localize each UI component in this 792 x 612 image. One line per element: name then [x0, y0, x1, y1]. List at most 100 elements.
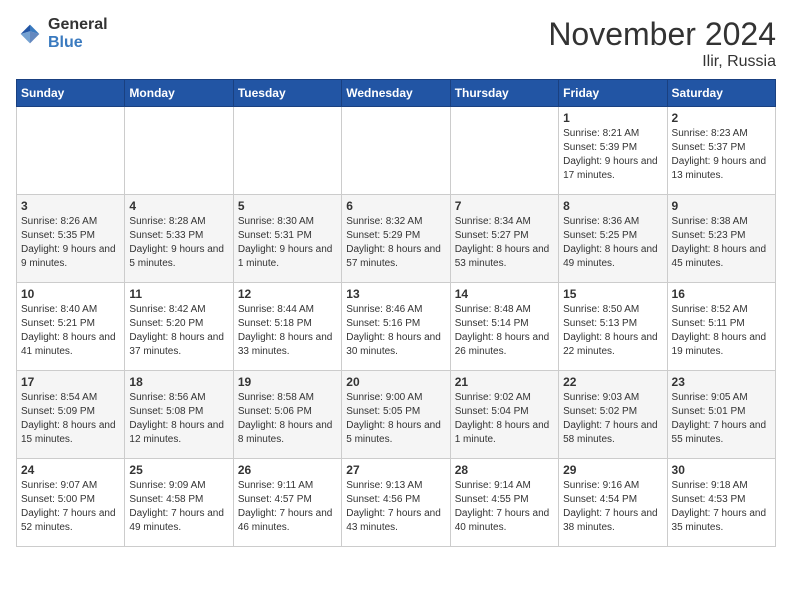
- day-header-wednesday: Wednesday: [342, 80, 450, 107]
- calendar-cell: 10 Sunrise: 8:40 AM Sunset: 5:21 PM Dayli…: [17, 283, 125, 371]
- day-number: 1: [563, 111, 662, 125]
- day-info: Sunrise: 8:28 AM Sunset: 5:33 PM Dayligh…: [129, 215, 228, 271]
- day-number: 12: [238, 287, 337, 301]
- month-title: November 2024: [548, 16, 776, 53]
- calendar-cell: 14 Sunrise: 8:48 AM Sunset: 5:14 PM Dayli…: [450, 283, 558, 371]
- calendar-cell: 9Sunrise: 8:38 AM Sunset: 5:23 PM Daylig…: [667, 195, 775, 283]
- calendar-cell: 16 Sunrise: 8:52 AM Sunset: 5:11 PM Dayli…: [667, 283, 775, 371]
- day-number: 27: [346, 463, 445, 477]
- day-info: Sunrise: 9:14 AM Sunset: 4:55 PM Dayligh…: [455, 479, 554, 535]
- week-row-2: 3Sunrise: 8:26 AM Sunset: 5:35 PM Daylig…: [17, 195, 776, 283]
- calendar-cell: 24Sunrise: 9:07 AM Sunset: 5:00 PM Dayli…: [17, 459, 125, 547]
- calendar-cell: 28 Sunrise: 9:14 AM Sunset: 4:55 PM Dayli…: [450, 459, 558, 547]
- day-number: 10: [21, 287, 120, 301]
- logo-general: General: [48, 16, 108, 34]
- day-info: Sunrise: 8:30 AM Sunset: 5:31 PM Dayligh…: [238, 215, 337, 271]
- logo-text: General Blue: [48, 16, 108, 51]
- day-info: Sunrise: 8:58 AM Sunset: 5:06 PM Dayligh…: [238, 391, 337, 447]
- day-number: 16: [672, 287, 771, 301]
- calendar-cell: [233, 107, 341, 195]
- calendar-cell: 23Sunrise: 9:05 AM Sunset: 5:01 PM Dayli…: [667, 371, 775, 459]
- day-header-friday: Friday: [559, 80, 667, 107]
- day-info: Sunrise: 9:09 AM Sunset: 4:58 PM Dayligh…: [129, 479, 228, 535]
- logo: General Blue: [16, 16, 108, 51]
- day-info: Sunrise: 8:48 AM Sunset: 5:14 PM Dayligh…: [455, 303, 554, 359]
- day-info: Sunrise: 8:36 AM Sunset: 5:25 PM Dayligh…: [563, 215, 662, 271]
- calendar-cell: 8 Sunrise: 8:36 AM Sunset: 5:25 PM Daylig…: [559, 195, 667, 283]
- calendar-cell: 13 Sunrise: 8:46 AM Sunset: 5:16 PM Dayli…: [342, 283, 450, 371]
- title-block: November 2024 Ilir, Russia: [548, 16, 776, 71]
- calendar-cell: 17 Sunrise: 8:54 AM Sunset: 5:09 PM Dayli…: [17, 371, 125, 459]
- day-info: Sunrise: 8:38 AM Sunset: 5:23 PM Dayligh…: [672, 215, 771, 271]
- day-number: 23: [672, 375, 771, 389]
- logo-blue: Blue: [48, 34, 108, 52]
- calendar-cell: 6Sunrise: 8:32 AM Sunset: 5:29 PM Daylig…: [342, 195, 450, 283]
- day-info: Sunrise: 8:52 AM Sunset: 5:11 PM Dayligh…: [672, 303, 771, 359]
- calendar-cell: 19Sunrise: 8:58 AM Sunset: 5:06 PM Dayli…: [233, 371, 341, 459]
- day-info: Sunrise: 9:16 AM Sunset: 4:54 PM Dayligh…: [563, 479, 662, 535]
- calendar-cell: 25 Sunrise: 9:09 AM Sunset: 4:58 PM Dayli…: [125, 459, 233, 547]
- location: Ilir, Russia: [548, 53, 776, 71]
- day-info: Sunrise: 9:18 AM Sunset: 4:53 PM Dayligh…: [672, 479, 771, 535]
- calendar-cell: 21 Sunrise: 9:02 AM Sunset: 5:04 PM Dayli…: [450, 371, 558, 459]
- calendar-cell: 26 Sunrise: 9:11 AM Sunset: 4:57 PM Dayli…: [233, 459, 341, 547]
- day-number: 5: [238, 199, 337, 213]
- day-header-tuesday: Tuesday: [233, 80, 341, 107]
- day-header-saturday: Saturday: [667, 80, 775, 107]
- day-info: Sunrise: 9:07 AM Sunset: 5:00 PM Dayligh…: [21, 479, 120, 535]
- day-number: 17: [21, 375, 120, 389]
- day-number: 13: [346, 287, 445, 301]
- calendar-cell: 20 Sunrise: 9:00 AM Sunset: 5:05 PM Dayli…: [342, 371, 450, 459]
- day-info: Sunrise: 8:56 AM Sunset: 5:08 PM Dayligh…: [129, 391, 228, 447]
- day-number: 26: [238, 463, 337, 477]
- day-info: Sunrise: 8:44 AM Sunset: 5:18 PM Dayligh…: [238, 303, 337, 359]
- day-info: Sunrise: 9:02 AM Sunset: 5:04 PM Dayligh…: [455, 391, 554, 447]
- day-number: 2: [672, 111, 771, 125]
- day-header-thursday: Thursday: [450, 80, 558, 107]
- day-info: Sunrise: 8:21 AM Sunset: 5:39 PM Dayligh…: [563, 127, 662, 183]
- day-number: 11: [129, 287, 228, 301]
- day-number: 18: [129, 375, 228, 389]
- calendar-cell: 30Sunrise: 9:18 AM Sunset: 4:53 PM Dayli…: [667, 459, 775, 547]
- day-number: 15: [563, 287, 662, 301]
- calendar-cell: 27 Sunrise: 9:13 AM Sunset: 4:56 PM Dayli…: [342, 459, 450, 547]
- day-number: 25: [129, 463, 228, 477]
- day-number: 20: [346, 375, 445, 389]
- day-info: Sunrise: 8:46 AM Sunset: 5:16 PM Dayligh…: [346, 303, 445, 359]
- day-info: Sunrise: 9:03 AM Sunset: 5:02 PM Dayligh…: [563, 391, 662, 447]
- calendar-cell: 1 Sunrise: 8:21 AM Sunset: 5:39 PM Daylig…: [559, 107, 667, 195]
- day-info: Sunrise: 9:00 AM Sunset: 5:05 PM Dayligh…: [346, 391, 445, 447]
- logo-icon: [16, 20, 44, 48]
- day-header-monday: Monday: [125, 80, 233, 107]
- calendar-cell: [125, 107, 233, 195]
- day-number: 4: [129, 199, 228, 213]
- calendar-table: SundayMondayTuesdayWednesdayThursdayFrid…: [16, 79, 776, 547]
- calendar-cell: 2 Sunrise: 8:23 AM Sunset: 5:37 PM Daylig…: [667, 107, 775, 195]
- day-number: 28: [455, 463, 554, 477]
- day-info: Sunrise: 8:26 AM Sunset: 5:35 PM Dayligh…: [21, 215, 120, 271]
- day-header-sunday: Sunday: [17, 80, 125, 107]
- day-number: 8: [563, 199, 662, 213]
- calendar-cell: 18 Sunrise: 8:56 AM Sunset: 5:08 PM Dayli…: [125, 371, 233, 459]
- day-info: Sunrise: 8:54 AM Sunset: 5:09 PM Dayligh…: [21, 391, 120, 447]
- calendar-cell: 5 Sunrise: 8:30 AM Sunset: 5:31 PM Daylig…: [233, 195, 341, 283]
- week-row-1: 1 Sunrise: 8:21 AM Sunset: 5:39 PM Daylig…: [17, 107, 776, 195]
- day-info: Sunrise: 8:40 AM Sunset: 5:21 PM Dayligh…: [21, 303, 120, 359]
- day-info: Sunrise: 9:11 AM Sunset: 4:57 PM Dayligh…: [238, 479, 337, 535]
- calendar-cell: 12 Sunrise: 8:44 AM Sunset: 5:18 PM Dayli…: [233, 283, 341, 371]
- day-info: Sunrise: 9:13 AM Sunset: 4:56 PM Dayligh…: [346, 479, 445, 535]
- calendar-cell: 7Sunrise: 8:34 AM Sunset: 5:27 PM Daylig…: [450, 195, 558, 283]
- day-number: 14: [455, 287, 554, 301]
- day-info: Sunrise: 8:32 AM Sunset: 5:29 PM Dayligh…: [346, 215, 445, 271]
- day-number: 7: [455, 199, 554, 213]
- header-row: SundayMondayTuesdayWednesdayThursdayFrid…: [17, 80, 776, 107]
- calendar-cell: [342, 107, 450, 195]
- day-number: 22: [563, 375, 662, 389]
- calendar-cell: 4 Sunrise: 8:28 AM Sunset: 5:33 PM Daylig…: [125, 195, 233, 283]
- calendar-cell: 11 Sunrise: 8:42 AM Sunset: 5:20 PM Dayli…: [125, 283, 233, 371]
- calendar-cell: [450, 107, 558, 195]
- day-info: Sunrise: 8:23 AM Sunset: 5:37 PM Dayligh…: [672, 127, 771, 183]
- day-info: Sunrise: 8:42 AM Sunset: 5:20 PM Dayligh…: [129, 303, 228, 359]
- day-number: 21: [455, 375, 554, 389]
- calendar-cell: 29Sunrise: 9:16 AM Sunset: 4:54 PM Dayli…: [559, 459, 667, 547]
